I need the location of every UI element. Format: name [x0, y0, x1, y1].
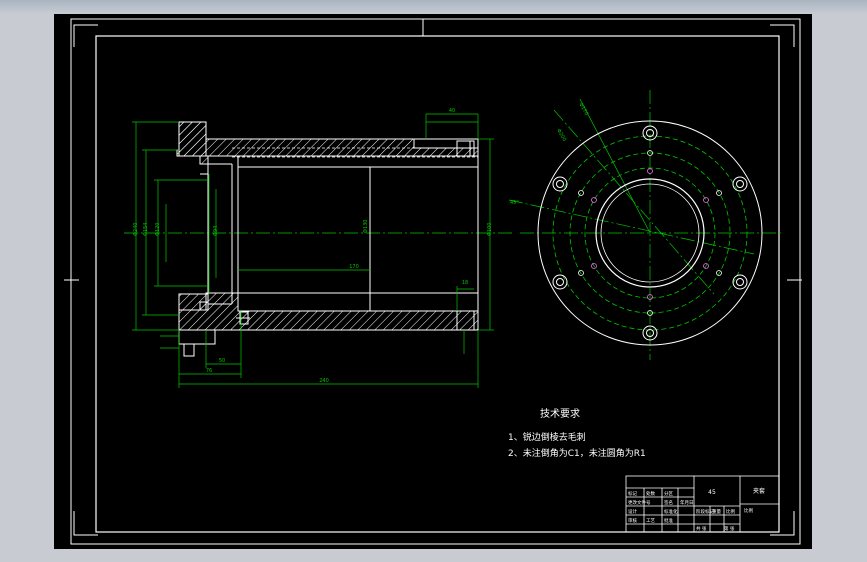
- dim-dia-body: Φ154: [143, 223, 149, 236]
- flange-view: Φ200 Φ170 45°: [508, 90, 784, 360]
- section-view: 240 76 50 170 40 18 Φ240 Φ154 Φ120 Φ100 …: [124, 108, 512, 388]
- dim-small-length: 50: [219, 358, 225, 364]
- title-cell-3: 更改文件号: [628, 499, 651, 506]
- bolt-hole: [552, 176, 568, 192]
- inner-border: [95, 35, 780, 533]
- dim-partial-length: 76: [206, 368, 212, 374]
- dim-dia-bore: Φ100: [487, 223, 493, 236]
- tech-line-1: 1、锐边倒棱去毛刺: [508, 431, 586, 443]
- dim-dia-outer: Φ240: [133, 223, 139, 236]
- tech-title: 技术要求: [540, 407, 580, 420]
- tech-line-2: 2、未注倒角为C1，未注圆角为R1: [508, 447, 646, 459]
- title-cell-1: 处数: [646, 490, 655, 497]
- title-cell-9: 工艺: [646, 518, 655, 524]
- dim-dia-b: Φ94: [213, 226, 219, 236]
- dim-dia-a: Φ130: [363, 220, 369, 233]
- bolt-hole: [732, 176, 748, 192]
- title-cell-14: 共 张: [696, 525, 707, 532]
- dim-tiny: 18: [462, 280, 468, 286]
- dim-angle: 45°: [510, 200, 519, 206]
- corner-marks: [64, 19, 802, 536]
- title-scale-label: 比例: [744, 507, 753, 514]
- dim-dia-inner: Φ120: [155, 223, 161, 236]
- title-cell-15: 第 张: [724, 525, 735, 532]
- title-cell-4: 签名: [664, 499, 673, 506]
- dim-total-length: 240: [319, 378, 329, 384]
- window-top-strip: [0, 0, 867, 14]
- cad-drawing-canvas: 240 76 50 170 40 18 Φ240 Φ154 Φ120 Φ100 …: [54, 14, 812, 549]
- title-cell-2: 分区: [664, 490, 673, 497]
- title-cell-6: 设计: [628, 508, 637, 515]
- title-material: 45: [708, 489, 716, 496]
- title-cell-7: 标准化: [664, 508, 678, 515]
- dim-inner-length: 170: [349, 264, 359, 270]
- tech-requirements: 技术要求 1、锐边倒棱去毛刺 2、未注倒角为C1，未注圆角为R1: [508, 407, 646, 459]
- title-cell-5: 年月日: [680, 499, 694, 506]
- bolt-hole: [552, 274, 568, 290]
- title-cell-8: 审核: [628, 517, 637, 524]
- bolt-hole: [732, 274, 748, 290]
- dim-dia-pcd: Φ200: [555, 128, 567, 143]
- title-cell-13: 比例: [726, 508, 735, 515]
- title-cell-0: 标记: [628, 490, 637, 497]
- title-name: 夹套: [753, 487, 765, 495]
- outer-frame: [70, 18, 801, 545]
- title-cell-10: 批准: [664, 517, 673, 524]
- dim-dia-pcd2: Φ170: [577, 102, 589, 117]
- title-cell-12: 重量: [712, 508, 721, 515]
- lower-wall-hatch: [178, 292, 479, 331]
- engineering-drawing: 240 76 50 170 40 18 Φ240 Φ154 Φ120 Φ100 …: [64, 18, 802, 545]
- dim-top-right: 40: [449, 108, 455, 114]
